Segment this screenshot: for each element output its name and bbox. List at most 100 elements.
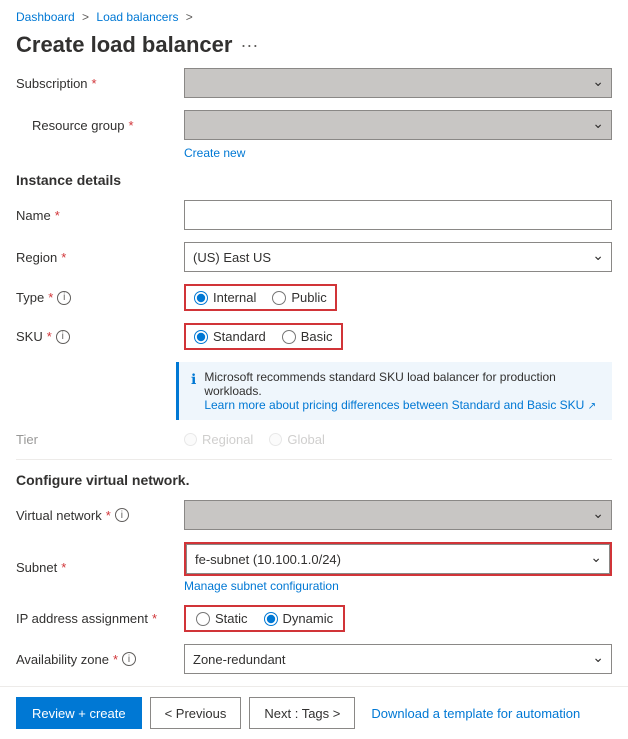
next-button[interactable]: Next : Tags > [249, 697, 355, 729]
sku-radio-group: Standard Basic [184, 323, 343, 350]
az-required: * [113, 652, 118, 667]
ip-static-option[interactable]: Static [196, 611, 248, 626]
subnet-select-wrapper: fe-subnet (10.100.1.0/24) [186, 544, 610, 574]
subscription-select[interactable] [184, 68, 612, 98]
ip-assignment-radio-group: Static Dynamic [184, 605, 345, 632]
tier-row: Tier Regional Global [16, 432, 612, 447]
info-box-text: Microsoft recommends standard SKU load b… [204, 370, 556, 398]
ip-static-radio[interactable] [196, 612, 210, 626]
availability-zone-select-wrapper: Zone-redundant [184, 644, 612, 674]
sku-required: * [47, 329, 52, 344]
ip-dynamic-label: Dynamic [283, 611, 334, 626]
page-title: Create load balancer [16, 32, 232, 58]
type-public-radio[interactable] [272, 291, 286, 305]
virtual-network-label: Virtual network * i [16, 508, 176, 523]
region-select[interactable]: (US) East US [184, 242, 612, 272]
virtual-network-select-wrapper [184, 500, 612, 530]
sku-basic-option[interactable]: Basic [282, 329, 333, 344]
ip-static-label: Static [215, 611, 248, 626]
sku-control: Standard Basic [184, 323, 612, 350]
type-internal-radio[interactable] [194, 291, 208, 305]
tier-label: Tier [16, 432, 176, 447]
breadcrumb-sep-2: > [182, 10, 196, 24]
availability-zone-label: Availability zone * i [16, 652, 176, 667]
subnet-label: Subnet * [16, 560, 176, 575]
resource-group-label: Resource group * [16, 118, 176, 133]
tier-regional-label: Regional [202, 432, 253, 447]
sku-standard-label: Standard [213, 329, 266, 344]
manage-subnet-link[interactable]: Manage subnet configuration [184, 579, 612, 593]
create-new-link[interactable]: Create new [184, 146, 612, 160]
subscription-row: Subscription * [16, 68, 612, 98]
region-select-wrapper: (US) East US [184, 242, 612, 272]
virtual-network-select[interactable] [184, 500, 612, 530]
type-control: Internal Public [184, 284, 612, 311]
review-create-button[interactable]: Review + create [16, 697, 142, 729]
sku-basic-label: Basic [301, 329, 333, 344]
type-label: Type * i [16, 290, 176, 305]
breadcrumb-sep-1: > [79, 10, 93, 24]
footer-bar: Review + create < Previous Next : Tags >… [0, 686, 628, 739]
sku-standard-radio[interactable] [194, 330, 208, 344]
tier-control: Regional Global [184, 432, 612, 447]
subscription-select-wrapper [184, 68, 612, 98]
name-row: Name * [16, 200, 612, 230]
form-container: Subscription * Resource group * Create n… [0, 68, 628, 674]
page-header: Create load balancer ··· [0, 28, 628, 68]
region-required: * [61, 250, 66, 265]
subnet-row: Subnet * fe-subnet (10.100.1.0/24) Manag… [16, 542, 612, 593]
az-info-icon[interactable]: i [122, 652, 136, 666]
sku-basic-radio[interactable] [282, 330, 296, 344]
subnet-select[interactable]: fe-subnet (10.100.1.0/24) [186, 544, 610, 574]
vnet-info-icon[interactable]: i [115, 508, 129, 522]
sku-label: SKU * i [16, 329, 176, 344]
name-required: * [55, 208, 60, 223]
region-row: Region * (US) East US [16, 242, 612, 272]
tier-regional-radio [184, 433, 197, 446]
configure-vnet-title: Configure virtual network. [16, 472, 612, 488]
name-label: Name * [16, 208, 176, 223]
vnet-required: * [106, 508, 111, 523]
ip-assignment-label: IP address assignment * [16, 611, 176, 626]
subnet-required: * [61, 560, 66, 575]
type-public-label: Public [291, 290, 326, 305]
subscription-control [184, 68, 612, 98]
type-public-option[interactable]: Public [272, 290, 326, 305]
download-template-link[interactable]: Download a template for automation [371, 706, 580, 721]
resource-group-select[interactable] [184, 110, 612, 140]
availability-zone-row: Availability zone * i Zone-redundant [16, 644, 612, 674]
resource-group-control [184, 110, 612, 140]
name-input[interactable] [184, 200, 612, 230]
tier-radio-group: Regional Global [184, 432, 612, 447]
region-control: (US) East US [184, 242, 612, 272]
resource-group-row: Resource group * [16, 110, 612, 140]
resource-group-required: * [129, 118, 134, 133]
breadcrumb-load-balancers[interactable]: Load balancers [96, 10, 178, 24]
previous-button[interactable]: < Previous [150, 697, 242, 729]
type-row: Type * i Internal Public [16, 284, 612, 311]
info-box: ℹ Microsoft recommends standard SKU load… [176, 362, 612, 420]
info-box-content: Microsoft recommends standard SKU load b… [204, 370, 600, 412]
sku-info-icon[interactable]: i [56, 330, 70, 344]
virtual-network-row: Virtual network * i [16, 500, 612, 530]
name-control [184, 200, 612, 230]
instance-details-title: Instance details [16, 172, 612, 188]
breadcrumb: Dashboard > Load balancers > [0, 0, 628, 28]
tier-global-option: Global [269, 432, 325, 447]
ip-dynamic-option[interactable]: Dynamic [264, 611, 334, 626]
ip-required: * [152, 611, 157, 626]
subscription-required: * [92, 76, 97, 91]
availability-zone-control: Zone-redundant [184, 644, 612, 674]
type-internal-label: Internal [213, 290, 256, 305]
availability-zone-select[interactable]: Zone-redundant [184, 644, 612, 674]
type-internal-option[interactable]: Internal [194, 290, 256, 305]
info-box-link[interactable]: Learn more about pricing differences bet… [204, 398, 596, 412]
type-info-icon[interactable]: i [57, 291, 71, 305]
info-box-icon: ℹ [191, 371, 196, 412]
sku-standard-option[interactable]: Standard [194, 329, 266, 344]
breadcrumb-dashboard[interactable]: Dashboard [16, 10, 75, 24]
external-link-icon: ↗ [588, 401, 596, 412]
subscription-label: Subscription * [16, 76, 176, 91]
ip-dynamic-radio[interactable] [264, 612, 278, 626]
more-options-icon[interactable]: ··· [240, 35, 258, 56]
